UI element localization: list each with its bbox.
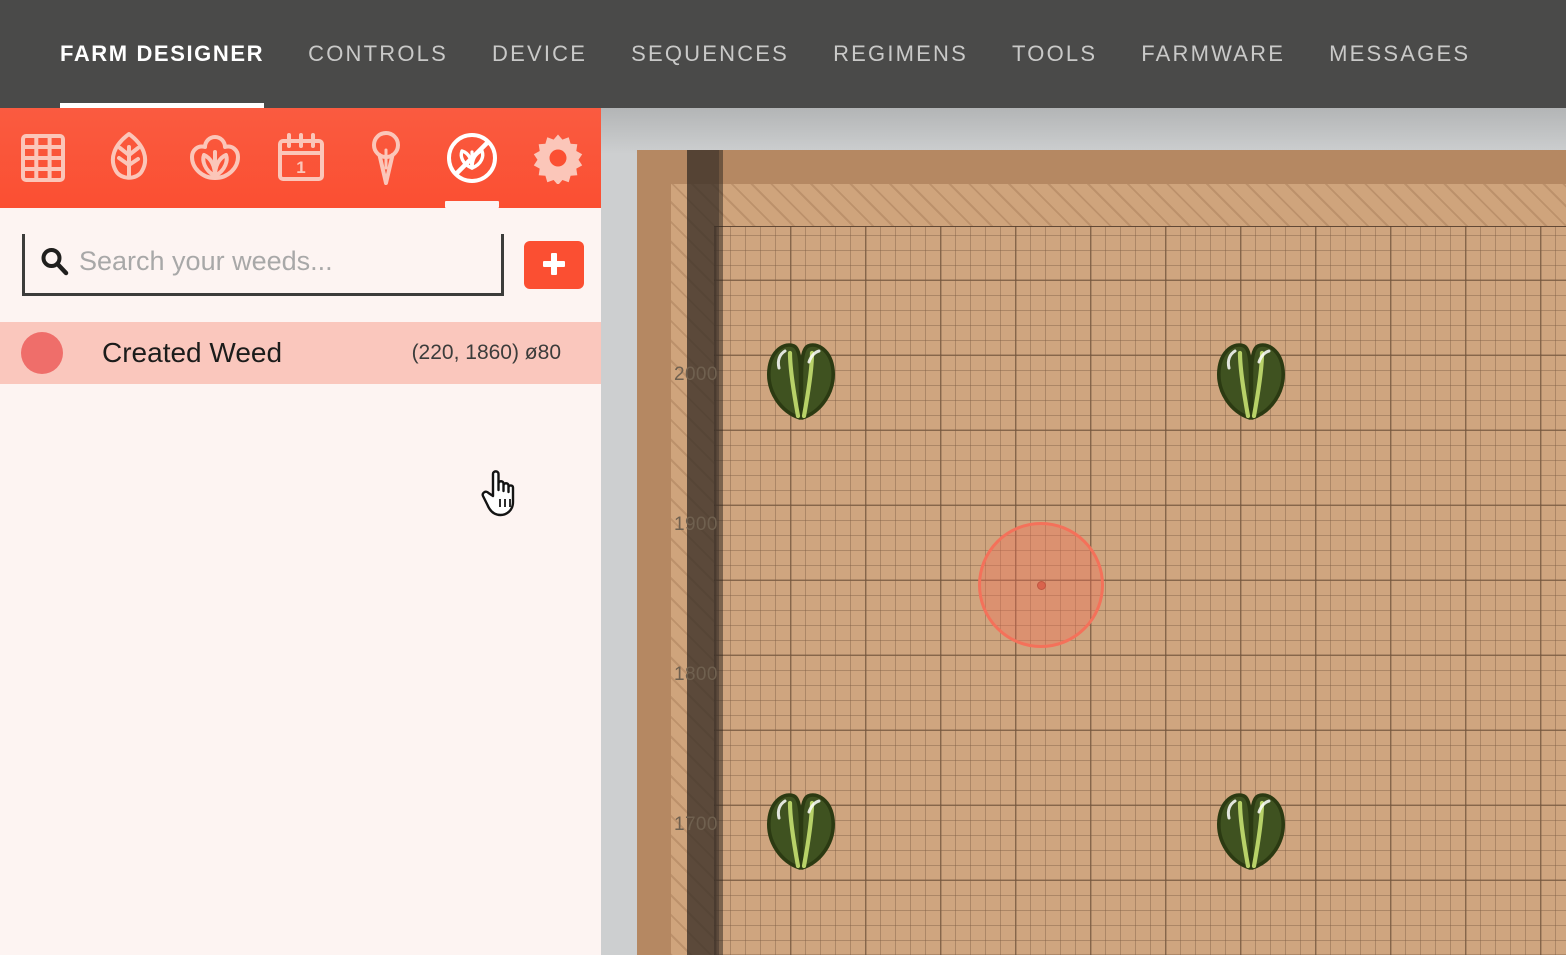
garden-bed-soil-grid — [714, 226, 1566, 955]
nav-item-label: CONTROLS — [308, 41, 448, 66]
search-icon — [39, 246, 69, 281]
grid-plan-icon — [20, 133, 66, 183]
designer-tab-crops[interactable] — [172, 108, 258, 208]
mouse-cursor-pointing-hand — [479, 466, 525, 518]
designer-tab-weeds[interactable] — [429, 108, 515, 208]
designer-tab-points[interactable] — [343, 108, 429, 208]
nav-item-tools[interactable]: TOOLS — [990, 0, 1119, 108]
designer-tab-bar: 1 — [0, 108, 601, 208]
top-nav: FARM DESIGNER CONTROLS DEVICE SEQUENCES … — [0, 0, 1566, 108]
designer-tab-plan[interactable] — [0, 108, 86, 208]
axis-label-y: 1900 — [674, 514, 718, 535]
nav-item-farm-designer[interactable]: FARM DESIGNER — [38, 0, 286, 108]
svg-text:1: 1 — [296, 158, 305, 177]
axis-label-y: 1700 — [674, 814, 718, 835]
calendar-icon: 1 — [277, 132, 325, 184]
search-field-wrapper[interactable] — [22, 234, 504, 296]
weed-color-dot — [21, 332, 63, 374]
axis-label-y: 2000 — [674, 364, 718, 385]
axis-label-y: 1800 — [674, 664, 718, 685]
weed-list-item[interactable]: Created Weed (220, 1860) ø80 — [0, 322, 601, 384]
nav-item-regimens[interactable]: REGIMENS — [811, 0, 990, 108]
designer-tab-settings[interactable] — [515, 108, 601, 208]
designer-tab-events[interactable]: 1 — [258, 108, 344, 208]
map-pin-icon — [369, 130, 403, 186]
gantry-rail-edge — [719, 150, 723, 955]
crops-icon — [188, 132, 242, 184]
nav-item-sequences[interactable]: SEQUENCES — [609, 0, 811, 108]
nav-item-label: FARMWARE — [1141, 41, 1286, 66]
nav-item-label: SEQUENCES — [631, 41, 790, 66]
weeds-icon — [444, 130, 500, 186]
nav-item-device[interactable]: DEVICE — [470, 0, 609, 108]
nav-item-farmware[interactable]: FARMWARE — [1119, 0, 1307, 108]
weed-coordinates: (220, 1860) ø80 — [411, 341, 561, 364]
designer-tab-plants[interactable] — [86, 108, 172, 208]
nav-item-controls[interactable]: CONTROLS — [286, 0, 470, 108]
nav-item-label: MESSAGES — [1329, 41, 1471, 66]
add-weed-button[interactable] — [524, 241, 584, 289]
nav-item-messages[interactable]: MESSAGES — [1307, 0, 1492, 108]
nav-item-label: TOOLS — [1012, 41, 1098, 66]
designer-left-panel: 1 Search your weeds... Created Weed (220… — [0, 108, 601, 955]
nav-item-label: DEVICE — [492, 41, 588, 66]
gear-icon — [532, 132, 584, 184]
leaf-icon — [104, 131, 154, 185]
weed-search-row — [0, 208, 601, 322]
garden-map[interactable]: 2000 1900 1800 1700 — [601, 108, 1566, 955]
search-input[interactable] — [79, 246, 479, 281]
map-top-shadow — [601, 108, 1566, 154]
plus-icon — [539, 249, 569, 282]
weed-list: Created Weed (220, 1860) ø80 — [0, 322, 601, 384]
weed-name: Created Weed — [102, 337, 283, 368]
nav-item-label: FARM DESIGNER — [60, 41, 265, 66]
nav-item-label: REGIMENS — [833, 41, 969, 66]
weed-marker-center-dot — [1037, 581, 1046, 590]
